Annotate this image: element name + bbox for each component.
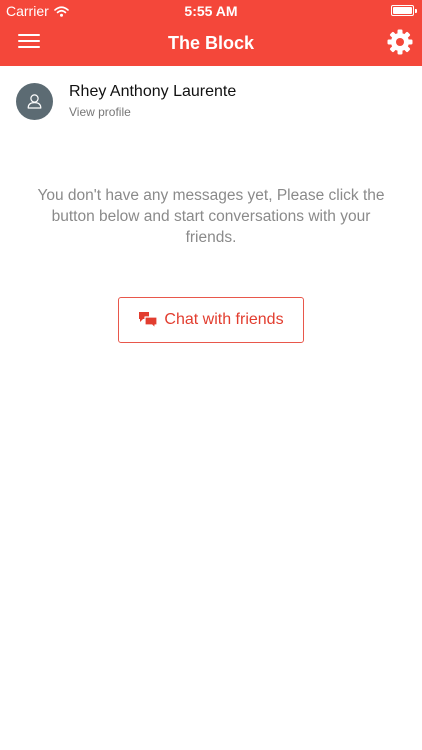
chat-button-label: Chat with friends [164, 311, 284, 328]
view-profile-link[interactable]: View profile [69, 105, 131, 119]
app-header: Carrier 5:55 AM The Block [0, 0, 422, 66]
gear-icon [387, 29, 413, 55]
battery-icon [391, 5, 417, 16]
chat-bubbles-icon [139, 312, 159, 329]
profile-row[interactable]: Rhey Anthony Laurente View profile [0, 66, 422, 136]
battery-fill [393, 7, 412, 14]
avatar[interactable] [16, 83, 53, 120]
profile-name: Rhey Anthony Laurente [69, 83, 237, 100]
empty-state-message: You don't have any messages yet, Please … [37, 187, 385, 246]
settings-button[interactable] [386, 28, 414, 56]
user-icon [27, 94, 42, 109]
status-bar: Carrier 5:55 AM [0, 0, 422, 22]
page-title: The Block [167, 33, 255, 53]
battery-nub [415, 9, 417, 13]
chat-with-friends-button[interactable]: Chat with friends [118, 297, 304, 343]
status-time: 5:55 AM [184, 3, 238, 19]
